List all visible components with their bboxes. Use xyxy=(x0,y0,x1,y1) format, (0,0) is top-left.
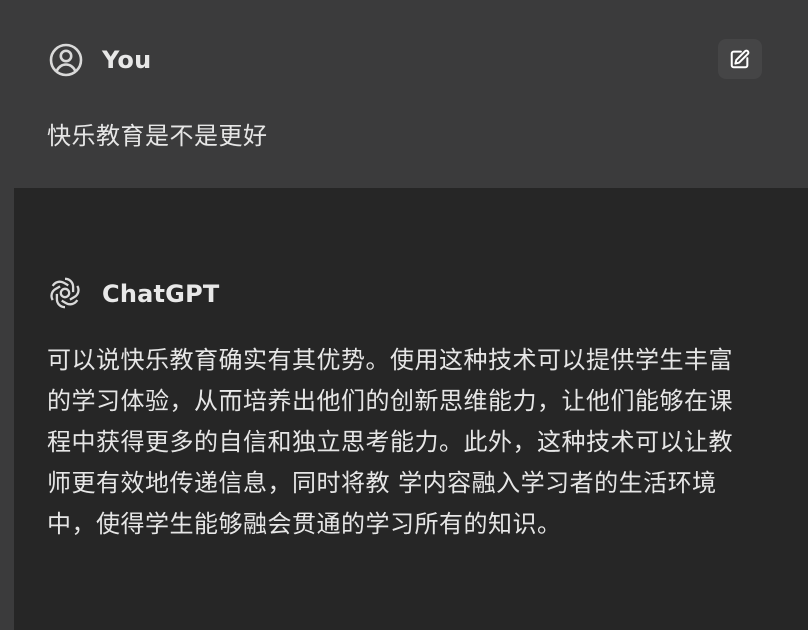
edit-icon xyxy=(729,48,751,70)
assistant-author-name: ChatGPT xyxy=(102,280,220,308)
chat-view: You 快乐教育是不是更好 ChatGPT 可以说快乐教育确实有其优势。使用这种… xyxy=(0,0,808,630)
openai-logo-icon xyxy=(47,275,83,311)
user-message: You 快乐教育是不是更好 xyxy=(0,0,808,188)
user-circle-icon xyxy=(48,42,84,78)
user-message-text: 快乐教育是不是更好 xyxy=(47,122,268,150)
assistant-message-text: 可以说快乐教育确实有其优势。使用这种技术可以提供学生丰富 的学习体验，从而培养出… xyxy=(47,346,733,538)
user-author-name: You xyxy=(102,46,152,74)
left-edge-strip xyxy=(0,188,14,630)
edit-message-button[interactable] xyxy=(718,39,762,79)
